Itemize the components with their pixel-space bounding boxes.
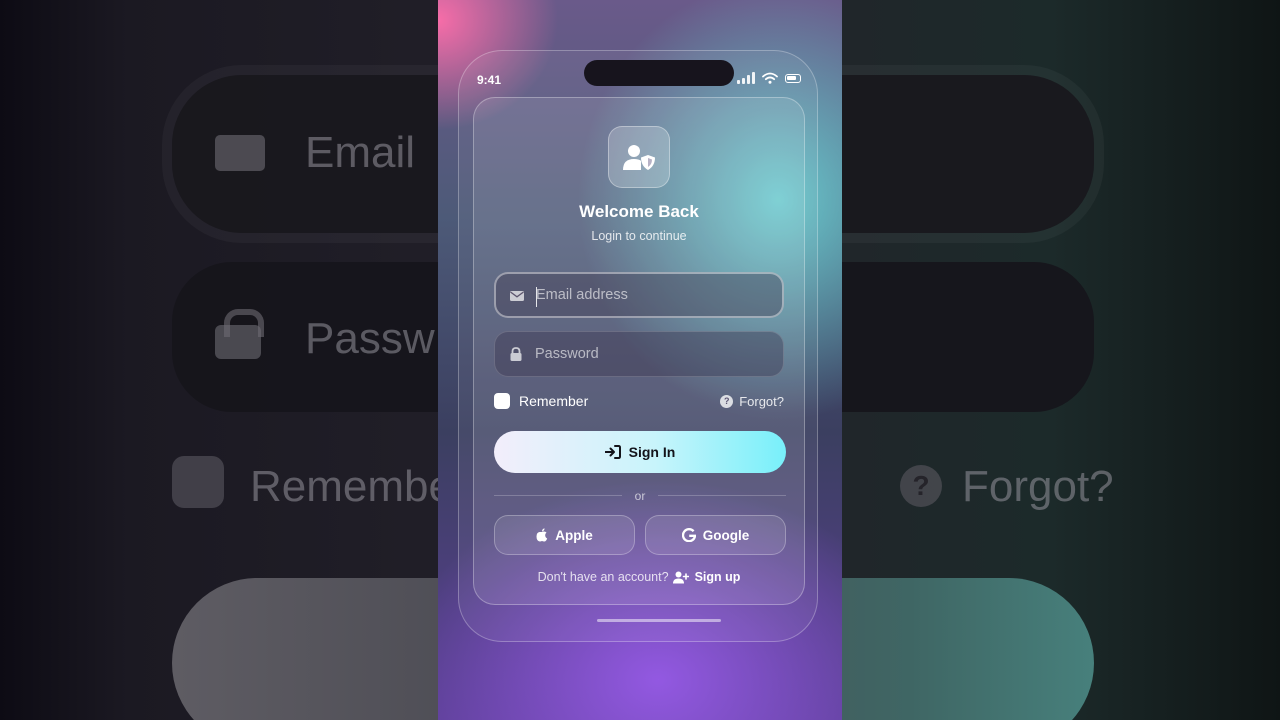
apple-login-button[interactable]: Apple xyxy=(494,515,635,555)
signup-label: Sign up xyxy=(694,570,741,584)
lock-icon xyxy=(510,347,522,361)
phone-frame: 9:41 Welcome Back Login to continue Emai… xyxy=(458,50,818,642)
phone-stage: 9:41 Welcome Back Login to continue Emai… xyxy=(438,0,842,720)
status-time: 9:41 xyxy=(477,73,502,87)
google-label: Google xyxy=(702,527,750,543)
apple-icon xyxy=(536,528,548,542)
signup-question: Don't have an account? xyxy=(537,570,669,584)
page-title: Welcome Back xyxy=(579,202,699,221)
bg-question-icon: ? xyxy=(900,465,942,507)
bg-forgot-text: Forgot? xyxy=(962,462,1114,511)
email-input[interactable] xyxy=(536,274,776,316)
remember-label: Remember xyxy=(519,393,589,409)
battery-icon xyxy=(785,73,801,83)
bg-envelope-icon xyxy=(215,135,265,171)
bg-email-text: Email xyxy=(305,128,416,177)
divider-line-right xyxy=(658,495,786,496)
bg-lock-icon xyxy=(215,309,264,359)
forgot-password-link[interactable]: ? Forgot? xyxy=(720,394,784,409)
password-field[interactable] xyxy=(494,331,784,377)
home-indicator xyxy=(597,619,721,622)
question-icon: ? xyxy=(720,395,734,408)
envelope-icon xyxy=(510,291,524,301)
email-field[interactable] xyxy=(494,272,784,318)
remember-checkbox[interactable] xyxy=(494,393,510,409)
status-bar: 9:41 xyxy=(477,60,801,89)
signup-prompt: Don't have an account? Sign up xyxy=(474,570,804,584)
google-icon xyxy=(681,528,696,542)
bg-password-text: Passw xyxy=(305,314,435,363)
password-input[interactable] xyxy=(535,332,775,376)
signal-icon xyxy=(737,72,755,84)
wifi-icon xyxy=(762,72,778,84)
or-divider: or xyxy=(494,489,786,503)
page-subtitle: Login to continue xyxy=(591,229,687,243)
user-plus-icon xyxy=(672,571,689,583)
google-login-button[interactable]: Google xyxy=(645,515,786,555)
signup-link[interactable]: Sign up xyxy=(672,570,741,584)
status-icons xyxy=(737,72,801,84)
dynamic-island xyxy=(584,60,734,86)
divider-text: or xyxy=(634,489,646,503)
sign-in-button[interactable]: Sign In xyxy=(494,431,786,473)
login-card: Welcome Back Login to continue R xyxy=(473,97,805,605)
apple-label: Apple xyxy=(555,527,593,543)
bg-remember-text: Remembe xyxy=(250,462,453,511)
sign-in-label: Sign In xyxy=(628,444,676,460)
text-caret xyxy=(536,287,537,307)
remember-toggle[interactable]: Remember xyxy=(494,393,588,409)
sign-in-icon xyxy=(604,445,621,459)
user-shield-icon xyxy=(608,126,670,188)
forgot-label: Forgot? xyxy=(739,394,784,409)
bg-checkbox xyxy=(172,456,224,508)
